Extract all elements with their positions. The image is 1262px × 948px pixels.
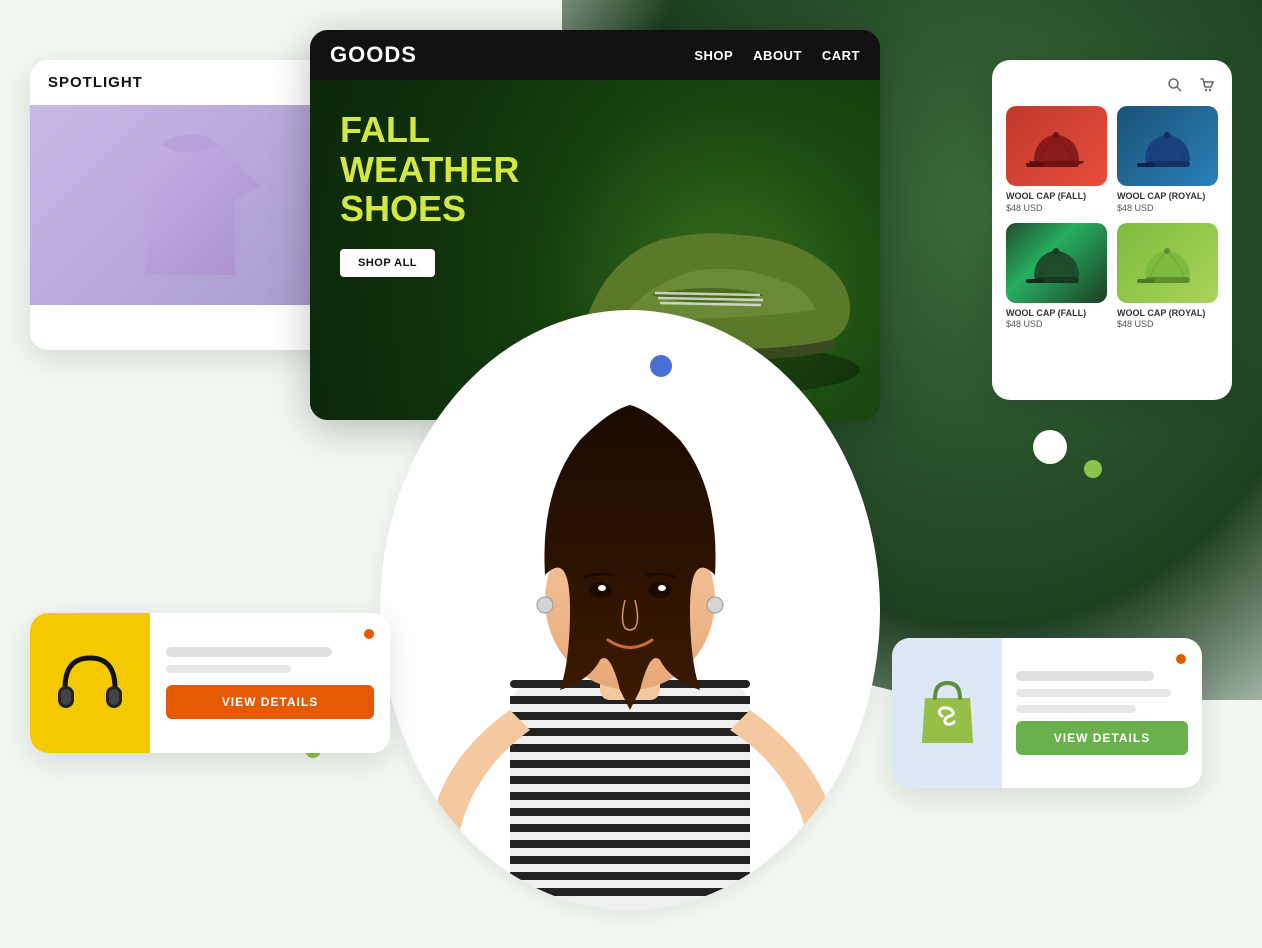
search-icon[interactable] bbox=[1164, 74, 1186, 96]
headphones-icon bbox=[50, 643, 130, 723]
caps-search-row bbox=[1006, 74, 1218, 96]
headphones-image-area bbox=[30, 613, 150, 753]
tshirt-icon bbox=[120, 125, 260, 285]
spotlight-tshirt-area bbox=[30, 105, 350, 305]
decorative-dot-green-2 bbox=[1084, 460, 1102, 478]
cap-name-2: WOOL CAP (ROYAL) bbox=[1117, 191, 1218, 203]
caps-product-card: WOOL CAP (FALL) $48 USD WOOL CAP (ROYAL)… bbox=[992, 60, 1232, 400]
card-indicator-dot bbox=[364, 629, 374, 639]
cap-image-orange bbox=[1006, 106, 1107, 186]
view-details-button-shopify[interactable]: VIEW DETAILS bbox=[1016, 721, 1188, 755]
cap-item-fall-orange: WOOL CAP (FALL) $48 USD bbox=[1006, 106, 1107, 213]
shopify-title-placeholder bbox=[1016, 671, 1154, 681]
shopify-product-card: VIEW DETAILS bbox=[892, 638, 1202, 788]
decorative-dot-blue bbox=[650, 355, 672, 377]
cap-price-2: $48 USD bbox=[1117, 203, 1218, 213]
person-illustration bbox=[380, 310, 880, 910]
cap-item-royal-lightgreen: WOOL CAP (ROYAL) $48 USD bbox=[1117, 223, 1218, 330]
cart-icon[interactable] bbox=[1196, 74, 1218, 96]
shopify-logo-icon bbox=[910, 673, 985, 753]
shopify-card-indicator-dot bbox=[1176, 654, 1186, 664]
cap-price-4: $48 USD bbox=[1117, 319, 1218, 329]
caps-grid: WOOL CAP (FALL) $48 USD WOOL CAP (ROYAL)… bbox=[1006, 106, 1218, 329]
cap-image-lightgreen bbox=[1117, 223, 1218, 303]
cap-item-royal-blue: WOOL CAP (ROYAL) $48 USD bbox=[1117, 106, 1218, 213]
cap-price-1: $48 USD bbox=[1006, 203, 1107, 213]
goods-nav-shop[interactable]: SHOP bbox=[694, 48, 733, 63]
view-details-button-headphones[interactable]: VIEW DETAILS bbox=[166, 685, 374, 719]
cap-name-3: WOOL CAP (FALL) bbox=[1006, 308, 1107, 320]
shop-all-button[interactable]: SHOP ALL bbox=[340, 249, 435, 277]
decorative-dot-white-2 bbox=[1033, 430, 1067, 464]
cap-item-fall-darkgreen: WOOL CAP (FALL) $48 USD bbox=[1006, 223, 1107, 330]
goods-navbar: GOODS SHOP ABOUT CART bbox=[310, 30, 880, 80]
cap-image-blue bbox=[1117, 106, 1218, 186]
goods-nav-cart[interactable]: CART bbox=[822, 48, 860, 63]
cap-price-3: $48 USD bbox=[1006, 319, 1107, 329]
shopify-subtitle-1-placeholder bbox=[1016, 689, 1171, 697]
cap-image-darkgreen bbox=[1006, 223, 1107, 303]
headphones-product-card: VIEW DETAILS bbox=[30, 613, 390, 753]
cap-name-1: WOOL CAP (FALL) bbox=[1006, 191, 1107, 203]
hero-text-container: FALL WEATHER SHOES SHOP ALL bbox=[340, 110, 519, 277]
product-title-placeholder bbox=[166, 647, 332, 657]
cap-name-4: WOOL CAP (ROYAL) bbox=[1117, 308, 1218, 320]
shopify-image-area bbox=[892, 638, 1002, 788]
goods-logo: GOODS bbox=[330, 42, 417, 68]
spotlight-card: SPOTLIGHT bbox=[30, 60, 350, 350]
hero-title: FALL WEATHER SHOES bbox=[340, 110, 519, 229]
spotlight-title: SPOTLIGHT bbox=[30, 60, 350, 105]
person-oval bbox=[380, 310, 880, 910]
shopify-product-info: VIEW DETAILS bbox=[1002, 657, 1202, 769]
headphones-product-info: VIEW DETAILS bbox=[150, 631, 390, 735]
shopify-subtitle-2-placeholder bbox=[1016, 705, 1136, 713]
product-subtitle-placeholder bbox=[166, 665, 291, 673]
goods-nav-about[interactable]: ABOUT bbox=[753, 48, 802, 63]
